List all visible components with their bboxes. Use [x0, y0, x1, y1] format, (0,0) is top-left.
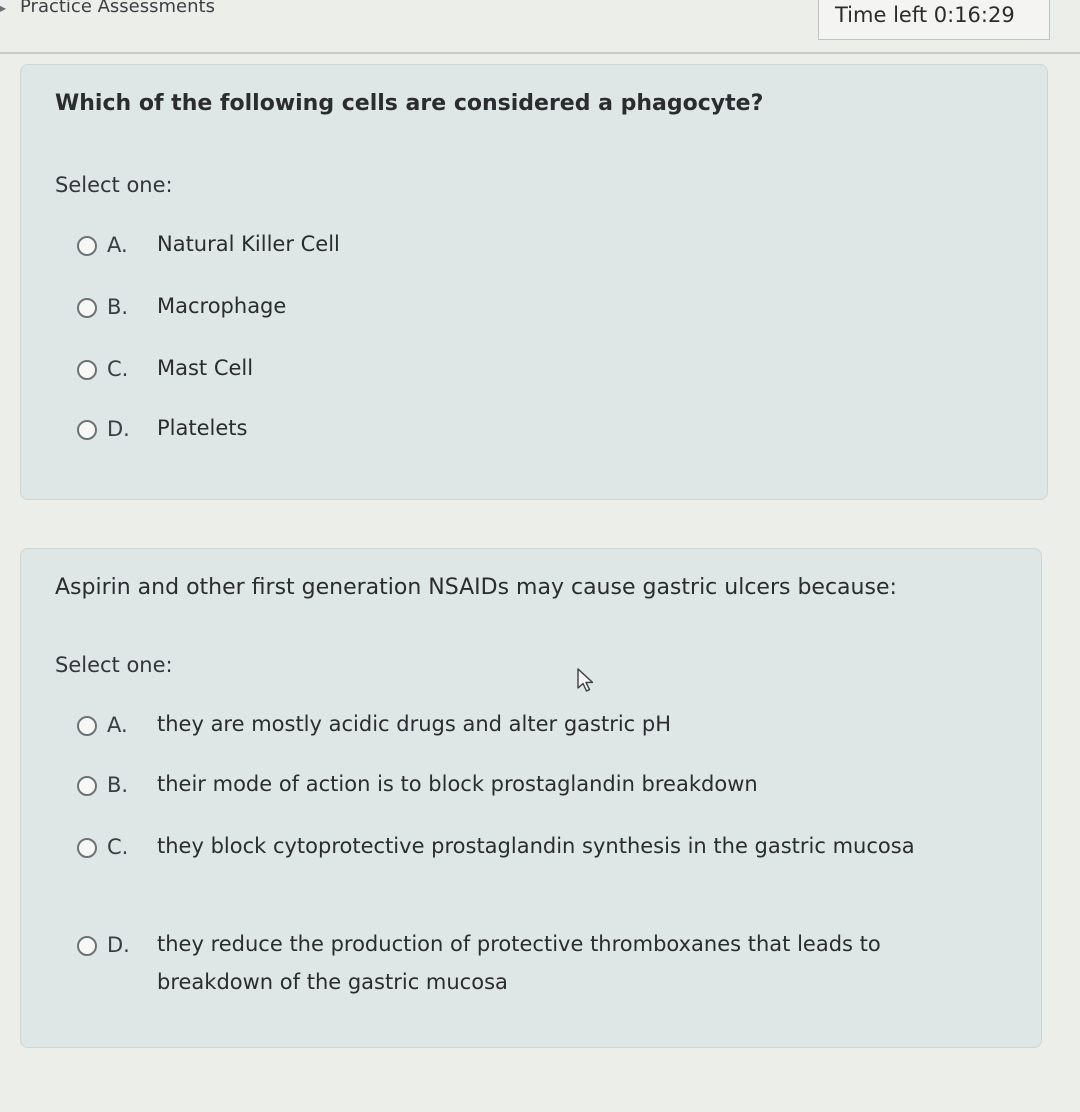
- option-text[interactable]: they reduce the production of protective…: [157, 925, 997, 1001]
- option-text[interactable]: Platelets: [157, 409, 997, 447]
- chevron-right-icon: ▸: [0, 1, 7, 15]
- select-one-label: Select one:: [55, 173, 173, 197]
- time-left-box: Time left 0:16:29: [818, 0, 1050, 40]
- question-card-2: Aspirin and other first generation NSAID…: [20, 548, 1042, 1048]
- radio-button[interactable]: [77, 236, 97, 256]
- option-letter: C.: [107, 357, 129, 381]
- breadcrumb-label[interactable]: Practice Assessments: [20, 0, 215, 17]
- radio-button[interactable]: [77, 936, 97, 956]
- question-prompt: Aspirin and other first generation NSAID…: [55, 575, 897, 600]
- radio-button[interactable]: [77, 776, 97, 796]
- radio-button[interactable]: [77, 298, 97, 318]
- option-letter: D.: [107, 417, 130, 441]
- option-text[interactable]: their mode of action is to block prostag…: [157, 765, 997, 803]
- question-card-1: Which of the following cells are conside…: [20, 64, 1048, 500]
- radio-button[interactable]: [77, 716, 97, 736]
- option-letter: A.: [107, 713, 128, 737]
- radio-button[interactable]: [77, 420, 97, 440]
- time-left-label: Time left 0:16:29: [835, 3, 1015, 27]
- top-bar: ▸ Practice Assessments Time left 0:16:29: [0, 0, 1080, 54]
- option-text[interactable]: they block cytoprotective prostaglandin …: [157, 827, 997, 865]
- question-prompt: Which of the following cells are conside…: [55, 91, 764, 116]
- option-text[interactable]: Natural Killer Cell: [157, 225, 997, 263]
- breadcrumb[interactable]: ▸ Practice Assessments: [0, 0, 215, 17]
- select-one-label: Select one:: [55, 653, 173, 677]
- option-letter: A.: [107, 233, 128, 257]
- option-text[interactable]: Macrophage: [157, 287, 997, 325]
- radio-button[interactable]: [77, 838, 97, 858]
- option-letter: D.: [107, 933, 130, 957]
- option-letter: C.: [107, 835, 129, 859]
- option-letter: B.: [107, 295, 129, 319]
- option-letter: B.: [107, 773, 129, 797]
- radio-button[interactable]: [77, 360, 97, 380]
- option-text[interactable]: they are mostly acidic drugs and alter g…: [157, 705, 997, 743]
- mouse-pointer-icon: [577, 668, 594, 692]
- option-text[interactable]: Mast Cell: [157, 349, 997, 387]
